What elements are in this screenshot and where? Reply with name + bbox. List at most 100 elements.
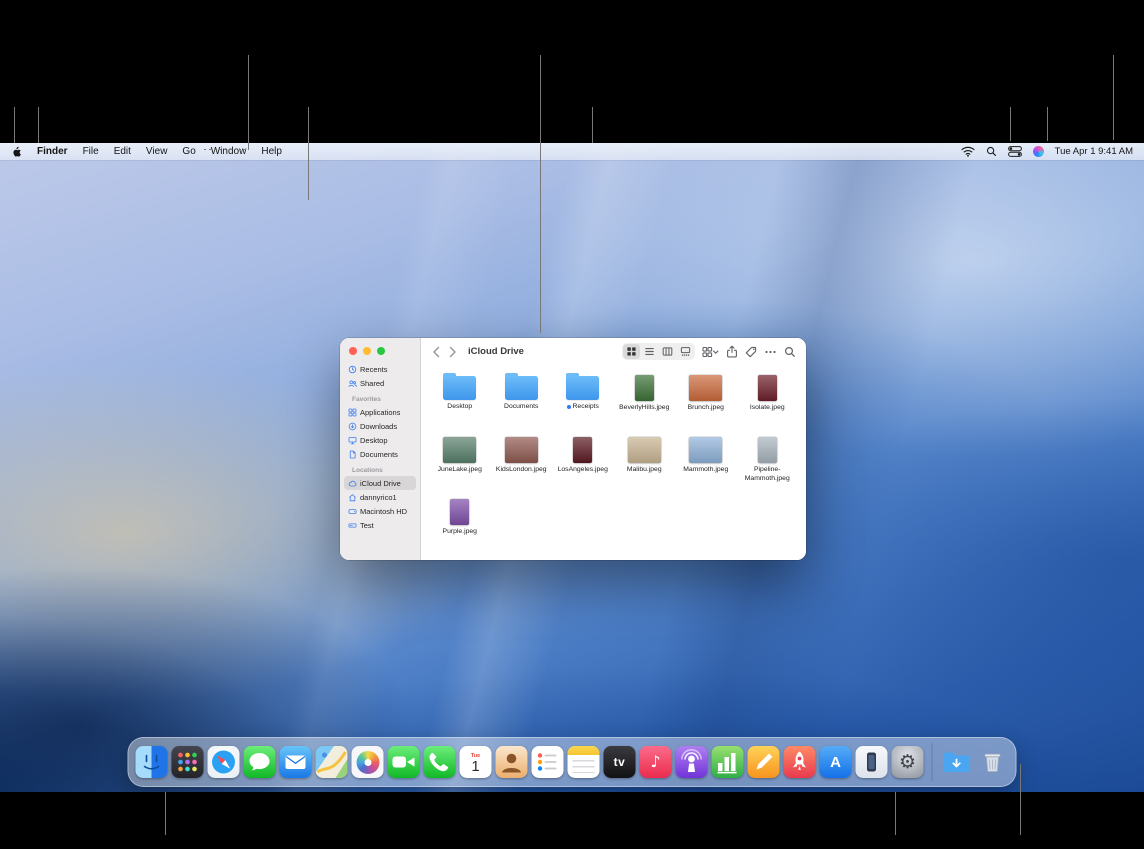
forward-button[interactable] — [448, 346, 457, 358]
view-as-columns-button[interactable] — [659, 344, 676, 359]
file-isolate[interactable]: Isolate.jpeg — [737, 369, 799, 431]
sidebar-item-shared[interactable]: Shared — [344, 376, 416, 390]
dock-music-icon[interactable]: ♪ — [640, 746, 672, 778]
search-button[interactable] — [784, 346, 796, 358]
sidebar-item-icloud-drive[interactable]: iCloud Drive — [344, 476, 416, 490]
view-as-gallery-button[interactable] — [677, 344, 694, 359]
callout-line — [540, 55, 541, 333]
dock-contacts-icon[interactable] — [496, 746, 528, 778]
dock-phone-icon[interactable] — [424, 746, 456, 778]
shared-people-icon — [348, 379, 357, 388]
file-losangeles[interactable]: LosAngeles.jpeg — [552, 431, 614, 493]
dock-pages-icon[interactable] — [748, 746, 780, 778]
group-by-button[interactable] — [702, 346, 719, 358]
app-store-letter: A — [830, 755, 841, 770]
back-button[interactable] — [432, 346, 441, 358]
dock-calendar-icon[interactable]: Tue 1 — [460, 746, 492, 778]
file-documents-folder[interactable]: Documents — [491, 369, 553, 431]
document-icon — [348, 450, 357, 459]
sidebar-item-applications[interactable]: Applications — [344, 405, 416, 419]
sidebar-item-recents[interactable]: Recents — [344, 362, 416, 376]
folder-icon — [443, 376, 476, 400]
file-junelake[interactable]: JuneLake.jpeg — [429, 431, 491, 493]
dock-trash-icon[interactable] — [977, 746, 1009, 778]
view-as-icons-button[interactable] — [623, 344, 640, 359]
close-button[interactable] — [349, 347, 357, 355]
view-as-list-button[interactable] — [641, 344, 658, 359]
dock-system-settings-icon[interactable]: ⚙ — [892, 746, 924, 778]
file-brunch[interactable]: Brunch.jpeg — [675, 369, 737, 431]
menu-view[interactable]: View — [146, 143, 168, 160]
menu-finder[interactable]: Finder — [37, 143, 68, 160]
callout-line — [1020, 764, 1021, 835]
sidebar-item-home[interactable]: dannyrico1 — [344, 490, 416, 504]
dock-safari-icon[interactable] — [208, 746, 240, 778]
sidebar-item-downloads[interactable]: Downloads — [344, 419, 416, 433]
minimize-button[interactable] — [363, 347, 371, 355]
callout-line — [1047, 107, 1048, 141]
dock-games-icon[interactable] — [784, 746, 816, 778]
menu-file[interactable]: File — [83, 143, 99, 160]
file-pipeline-mammoth[interactable]: Pipeline-Mammoth.jpeg — [737, 431, 799, 493]
finder-sidebar: Recents Shared Favorites Applications — [340, 338, 421, 560]
sidebar-item-desktop[interactable]: Desktop — [344, 433, 416, 447]
dock-photos-icon[interactable] — [352, 746, 384, 778]
file-purple[interactable]: Purple.jpeg — [429, 493, 491, 555]
menu-window[interactable]: Window — [211, 143, 247, 160]
dock-iphone-mirroring-icon[interactable] — [856, 746, 888, 778]
callout-line — [1113, 55, 1114, 140]
view-switcher — [622, 343, 695, 360]
file-malibu[interactable]: Malibu.jpeg — [614, 431, 676, 493]
tag-button[interactable] — [745, 346, 757, 358]
sidebar-label: dannyrico1 — [360, 493, 397, 502]
apple-menu[interactable] — [11, 145, 22, 158]
image-thumbnail — [758, 375, 777, 401]
file-kidslondon[interactable]: KidsLondon.jpeg — [491, 431, 553, 493]
file-label: Desktop — [447, 403, 472, 412]
menu-go[interactable]: Go — [182, 143, 195, 160]
sidebar-item-test-volume[interactable]: Test — [344, 518, 416, 532]
wifi-icon[interactable] — [961, 146, 975, 157]
share-button[interactable] — [726, 345, 738, 358]
clock-icon — [348, 365, 357, 374]
file-mammoth[interactable]: Mammoth.jpeg — [675, 431, 737, 493]
more-actions-button[interactable] — [764, 346, 777, 358]
sidebar-item-documents[interactable]: Documents — [344, 447, 416, 461]
file-desktop-folder[interactable]: Desktop — [429, 369, 491, 431]
file-beverlyhills[interactable]: BeverlyHills.jpeg — [614, 369, 676, 431]
dock-numbers-icon[interactable] — [712, 746, 744, 778]
sidebar-item-macintosh-hd[interactable]: Macintosh HD — [344, 504, 416, 518]
file-receipts-folder[interactable]: Receipts — [552, 369, 614, 431]
dock-notes-icon[interactable] — [568, 746, 600, 778]
file-label: BeverlyHills.jpeg — [619, 404, 669, 413]
menu-help[interactable]: Help — [261, 143, 282, 160]
internal-disk-icon — [348, 507, 357, 516]
control-center-icon[interactable] — [1008, 146, 1022, 157]
file-label: Pipeline-Mammoth.jpeg — [738, 466, 796, 484]
file-label: Purple.jpeg — [443, 528, 477, 537]
dock-downloads-folder-icon[interactable] — [941, 746, 973, 778]
dock-messages-icon[interactable] — [244, 746, 276, 778]
spotlight-search-icon[interactable] — [986, 146, 997, 157]
dock-finder-icon[interactable] — [136, 746, 168, 778]
home-icon — [348, 493, 357, 502]
dock-mail-icon[interactable] — [280, 746, 312, 778]
menu-bar-clock[interactable]: Tue Apr 1 9:41 AM — [1055, 146, 1133, 157]
menu-edit[interactable]: Edit — [114, 143, 131, 160]
dock-apple-tv-icon[interactable]: tv — [604, 746, 636, 778]
documentation-figure: Finder File Edit View Go Window Help — [0, 0, 1144, 849]
dock-facetime-icon[interactable] — [388, 746, 420, 778]
dock-app-store-icon[interactable]: A — [820, 746, 852, 778]
dock-reminders-icon[interactable] — [532, 746, 564, 778]
dock-podcasts-icon[interactable] — [676, 746, 708, 778]
sidebar-label: Desktop — [360, 436, 388, 445]
image-thumbnail — [573, 437, 592, 463]
dock-launchpad-icon[interactable] — [172, 746, 204, 778]
desktop-wallpaper[interactable]: Finder File Edit View Go Window Help — [0, 143, 1144, 792]
dock-maps-icon[interactable] — [316, 746, 348, 778]
image-thumbnail — [758, 437, 777, 463]
image-thumbnail — [689, 437, 722, 463]
zoom-button[interactable] — [377, 347, 385, 355]
siri-icon[interactable] — [1033, 146, 1044, 157]
apple-tv-label: tv — [614, 756, 626, 768]
